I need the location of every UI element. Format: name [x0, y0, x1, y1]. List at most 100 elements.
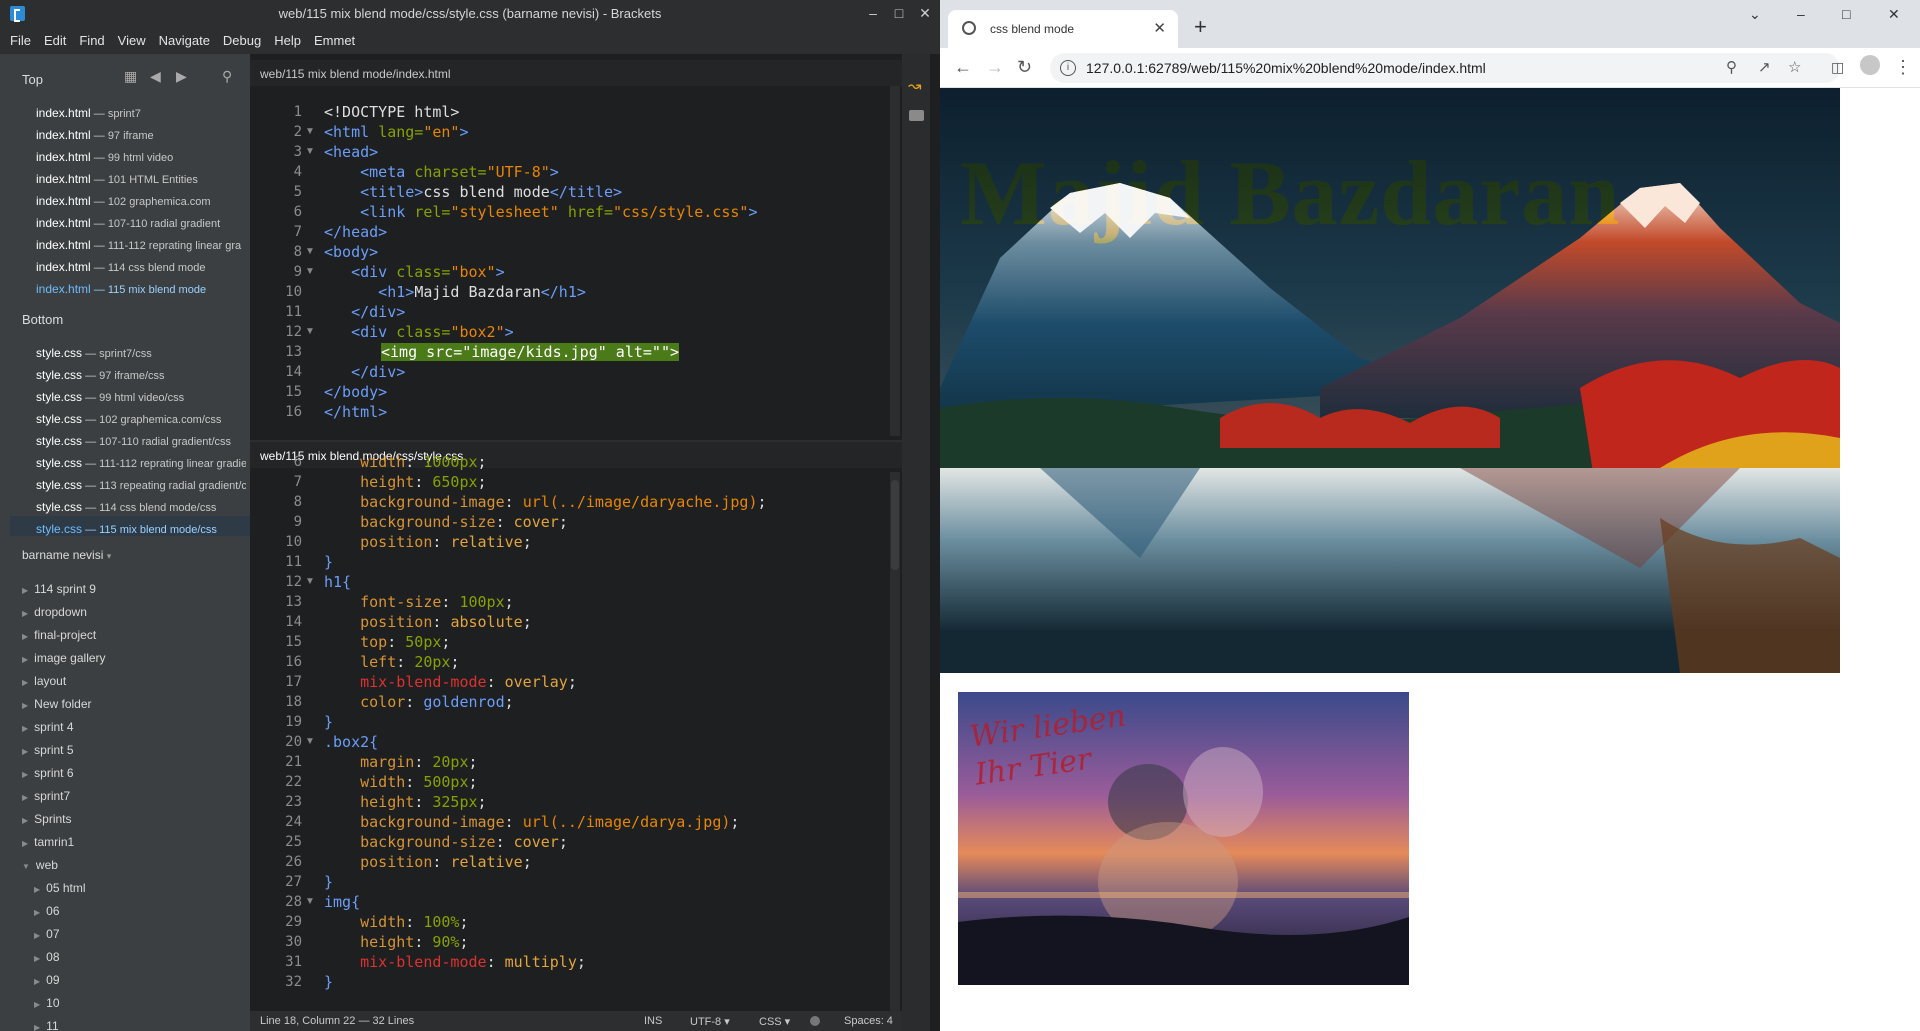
globe-icon	[962, 21, 976, 35]
top-file-item[interactable]: index.html — 114 css blend mode	[36, 260, 246, 274]
tree-folder[interactable]: ▶ final-project	[22, 628, 96, 642]
top-file-item[interactable]: index.html — 101 HTML Entities	[36, 172, 246, 186]
top-file-item[interactable]: index.html — 111-112 reprating linear gr…	[36, 238, 246, 252]
tree-folder[interactable]: ▶ 08	[34, 950, 60, 964]
side-panel-icon[interactable]: ◫	[1831, 59, 1844, 76]
tree-folder[interactable]: ▶ 11	[34, 1019, 59, 1031]
encoding-select[interactable]: UTF-8 ▾	[690, 1015, 730, 1028]
minimize-icon[interactable]: –	[1797, 6, 1805, 22]
search-icon[interactable]: ⚲	[222, 68, 232, 85]
sidebar: Top ▦ ◀ ▶ ⚲ index.html — sprint7 index.h…	[0, 54, 250, 1031]
tree-folder[interactable]: ▶ sprint 6	[22, 766, 74, 780]
extension-manager-icon[interactable]	[909, 110, 924, 121]
top-file-item[interactable]: index.html — sprint7	[36, 106, 246, 120]
menu-file[interactable]: File	[10, 33, 31, 48]
top-file-item[interactable]: index.html — 107-110 radial gradient	[36, 216, 246, 230]
page-heading: Majid Bazdaran	[960, 142, 1621, 244]
minimize-icon[interactable]: –	[862, 3, 884, 23]
top-file-item[interactable]: index.html — 97 iframe	[36, 128, 246, 142]
tree-folder[interactable]: ▶ sprint7	[22, 789, 70, 803]
line-number: 11	[285, 554, 302, 570]
css-editor-scrollbar[interactable]	[890, 472, 900, 1011]
tree-folder[interactable]: ▶ tamrin1	[22, 835, 74, 849]
new-tab-icon[interactable]: +	[1194, 14, 1207, 40]
menu-help[interactable]: Help	[274, 33, 301, 48]
tree-folder[interactable]: ▶ 07	[34, 927, 60, 941]
bookmark-star-icon[interactable]: ☆	[1788, 58, 1801, 76]
fold-arrow-icon[interactable]: ▼	[305, 126, 315, 137]
live-preview-icon[interactable]: ↝	[908, 76, 921, 96]
tree-folder[interactable]: ▶ 05 html	[34, 881, 86, 895]
brackets-window: web/115 mix blend mode/css/style.css (ba…	[0, 0, 940, 1031]
url-text[interactable]: 127.0.0.1:62789/web/115%20mix%20blend%20…	[1086, 60, 1486, 76]
tree-folder-open[interactable]: ▼ web	[22, 858, 58, 872]
project-title[interactable]: barname nevisi ▾	[22, 548, 111, 562]
maximize-icon[interactable]: □	[888, 3, 910, 23]
bottom-file-item[interactable]: style.css — 99 html video/css	[36, 390, 246, 404]
site-info-icon[interactable]: i	[1060, 60, 1076, 76]
bottom-file-item[interactable]: style.css — 102 graphemica.com/css	[36, 412, 246, 426]
tab-close-icon[interactable]: ✕	[1153, 19, 1166, 37]
line-number: 25	[285, 834, 302, 850]
tree-folder[interactable]: ▶ 06	[34, 904, 60, 918]
top-file-item-active[interactable]: index.html — 115 mix blend mode	[36, 282, 246, 296]
bottom-file-item[interactable]: style.css — 111-112 reprating linear gra…	[36, 456, 246, 470]
menu-emmet[interactable]: Emmet	[314, 33, 355, 48]
tree-folder[interactable]: ▶ 10	[34, 996, 60, 1010]
nav-forward-icon[interactable]: ▶	[176, 68, 187, 85]
tab-search-chevron-icon[interactable]: ⌄	[1749, 6, 1761, 23]
tree-folder[interactable]: ▶ layout	[22, 674, 66, 688]
fold-arrow-icon[interactable]: ▼	[305, 266, 315, 277]
maximize-icon[interactable]: □	[1842, 6, 1850, 22]
fold-arrow-icon[interactable]: ▼	[305, 326, 315, 337]
fold-arrow-icon[interactable]: ▼	[305, 246, 315, 257]
css-editor[interactable]: web/115 mix blend mode/css/style.css 6 w…	[250, 442, 902, 1011]
line-number: 2	[293, 124, 302, 140]
insert-mode[interactable]: INS	[644, 1015, 662, 1027]
top-file-item[interactable]: index.html — 102 graphemica.com	[36, 194, 246, 208]
more-menu-icon[interactable]: ⋮	[1894, 57, 1912, 78]
close-icon[interactable]: ✕	[1888, 6, 1900, 23]
menu-find[interactable]: Find	[79, 33, 104, 48]
indent-setting[interactable]: Spaces: 4	[844, 1015, 893, 1027]
tree-folder[interactable]: ▶ New folder	[22, 697, 92, 711]
bottom-file-item[interactable]: style.css — 97 iframe/css	[36, 368, 246, 382]
menu-debug[interactable]: Debug	[223, 33, 261, 48]
reload-icon[interactable]: ↻	[1017, 57, 1032, 78]
forward-icon[interactable]: →	[986, 57, 1004, 78]
fold-arrow-icon[interactable]: ▼	[305, 736, 315, 747]
html-editor-scrollbar[interactable]	[890, 86, 900, 436]
fold-arrow-icon[interactable]: ▼	[305, 576, 315, 587]
menu-edit[interactable]: Edit	[44, 33, 66, 48]
close-icon[interactable]: ✕	[914, 3, 936, 23]
tree-folder[interactable]: ▶ dropdown	[22, 605, 87, 619]
zoom-icon[interactable]: ⚲	[1726, 58, 1737, 76]
nav-back-icon[interactable]: ◀	[150, 68, 161, 85]
back-icon[interactable]: ←	[954, 57, 972, 78]
top-file-item[interactable]: index.html — 99 html video	[36, 150, 246, 164]
bottom-file-item[interactable]: style.css — sprint7/css	[36, 346, 246, 360]
tree-folder[interactable]: ▶ sprint 4	[22, 720, 74, 734]
menu-navigate[interactable]: Navigate	[159, 33, 210, 48]
tree-folder[interactable]: ▶ sprint 5	[22, 743, 74, 757]
line-number: 9	[293, 514, 302, 530]
address-bar[interactable]: i 127.0.0.1:62789/web/115%20mix%20blend%…	[1050, 53, 1840, 83]
bottom-file-item[interactable]: style.css — 107-110 radial gradient/css	[36, 434, 246, 448]
bottom-file-item[interactable]: style.css — 114 css blend mode/css	[36, 500, 246, 514]
tree-folder[interactable]: ▶ 114 sprint 9	[22, 582, 96, 596]
profile-avatar-icon[interactable]	[1860, 55, 1880, 80]
bottom-file-item[interactable]: style.css — 113 repeating radial gradien…	[36, 478, 246, 492]
menu-view[interactable]: View	[118, 33, 146, 48]
fold-arrow-icon[interactable]: ▼	[305, 896, 315, 907]
split-view-icon[interactable]: ▦	[124, 68, 137, 85]
linter-status-icon[interactable]	[810, 1016, 820, 1026]
browser-tab[interactable]: css blend mode ✕	[948, 10, 1178, 48]
language-select[interactable]: CSS ▾	[759, 1015, 790, 1028]
bottom-file-item-active[interactable]: style.css — 115 mix blend mode/css	[36, 522, 246, 536]
share-icon[interactable]: ↗	[1758, 58, 1771, 76]
tree-folder[interactable]: ▶ image gallery	[22, 651, 106, 665]
fold-arrow-icon[interactable]: ▼	[305, 146, 315, 157]
html-editor[interactable]: web/115 mix blend mode/index.html 1 2 3 …	[250, 60, 902, 440]
tree-folder[interactable]: ▶ Sprints	[22, 812, 72, 826]
tree-folder[interactable]: ▶ 09	[34, 973, 60, 987]
